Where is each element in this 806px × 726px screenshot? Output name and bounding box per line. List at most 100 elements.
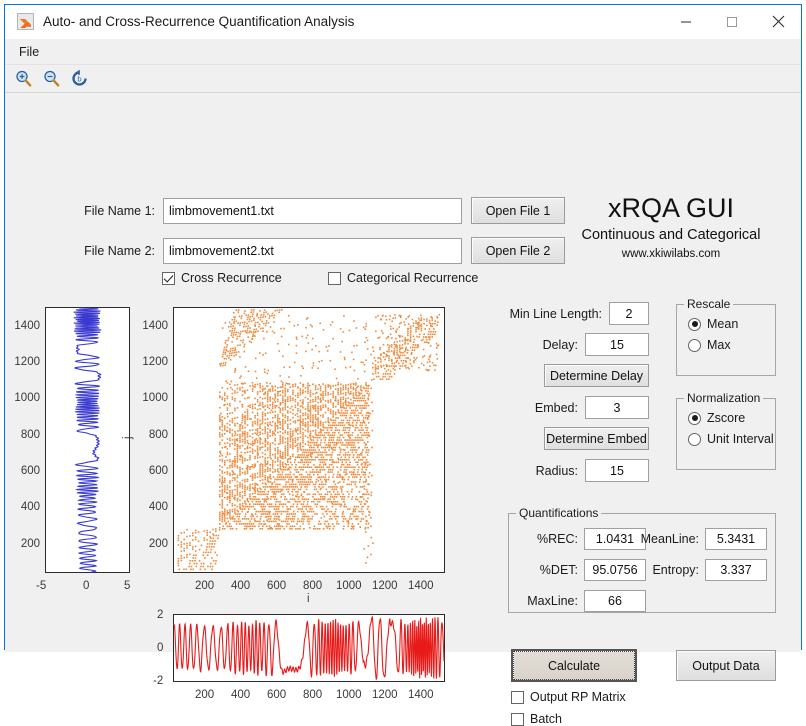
signal1-ytick-800: 800 (20, 429, 40, 441)
brand-subtitle: Continuous and Categorical (581, 227, 761, 243)
delay-input[interactable]: 15 (585, 333, 649, 356)
signal-1-plot[interactable] (45, 307, 130, 573)
cross-recurrence-check-box (162, 271, 175, 285)
categorical-recurrence-checkbox[interactable]: Categorical Recurrence (328, 271, 478, 285)
quantifications-group-title: Quantifications (516, 506, 602, 520)
embed-label: Embed: (534, 400, 578, 415)
file2-label: File Name 2: (84, 243, 155, 258)
svg-text:b: b (77, 76, 82, 84)
embed-input[interactable]: 3 (585, 396, 649, 419)
batch-check-box (511, 712, 524, 726)
close-icon[interactable] (755, 5, 801, 38)
rp-ytick-400: 400 (148, 501, 168, 513)
maxline-value[interactable]: 66 (584, 590, 646, 612)
min-line-length-input[interactable]: 2 (609, 302, 649, 325)
output-rp-matrix-checkbox[interactable]: Output RP Matrix (511, 690, 626, 704)
normalization-option-zscore[interactable]: Zscore (688, 411, 775, 425)
rp-ytick-1400: 1400 (142, 320, 168, 332)
rp-ytick-1200: 1200 (142, 356, 168, 368)
cross-recurrence-checkbox[interactable]: Cross Recurrence (162, 271, 282, 285)
output-rp-matrix-label: Output RP Matrix (530, 690, 626, 704)
quantifications-group: Quantifications %REC: 1.0431 MeanLine: 5… (508, 506, 776, 613)
signal1-xtick-0: 0 (83, 580, 90, 592)
rp-ytick-200: 200 (148, 538, 168, 550)
rp-xtick-1000: 1000 (336, 580, 362, 592)
window-controls (663, 5, 801, 38)
file-name-1-input[interactable]: limbmovement1.txt (163, 197, 462, 224)
signal2-xtick-600: 600 (267, 689, 287, 701)
maximize-icon[interactable] (709, 5, 755, 38)
signal1-xtick-5: 5 (124, 580, 131, 592)
rescale-option-max[interactable]: Max (688, 338, 775, 352)
minimize-icon[interactable] (663, 5, 709, 38)
normalization-unit-interval-radio (688, 432, 701, 446)
file1-row: File Name 1: limbmovement1.txt Open File… (79, 197, 565, 224)
output-data-button[interactable]: Output Data (676, 650, 776, 681)
cross-recurrence-label: Cross Recurrence (181, 271, 282, 285)
signal-2-curve (173, 615, 445, 680)
normalization-unit-interval-label: Unit Interval (707, 432, 774, 446)
zoom-in-icon[interactable] (12, 68, 34, 90)
signal-2-plot[interactable] (173, 614, 445, 682)
rescale-option-mean[interactable]: Mean (688, 317, 775, 331)
meanline-value[interactable]: 5.3431 (705, 528, 767, 550)
rp-xlabel: i (307, 593, 310, 605)
zoom-out-icon[interactable] (40, 68, 62, 90)
rp-ytick-1000: 1000 (142, 392, 168, 404)
radius-label: Radius: (535, 463, 578, 478)
application-window: Auto- and Cross-Recurrence Quantificatio… (4, 4, 802, 726)
maxline-label: MaxLine: (527, 594, 578, 608)
rp-xtick-600: 600 (267, 580, 287, 592)
recurrence-points (177, 308, 441, 571)
brand-url: www.xkiwilabs.com (621, 248, 721, 260)
cross-recurrence-plot[interactable] (173, 307, 445, 573)
batch-checkbox[interactable]: Batch (511, 712, 562, 726)
categorical-recurrence-label: Categorical Recurrence (347, 271, 479, 285)
open-file-2-button[interactable]: Open File 2 (471, 237, 565, 264)
calculate-button-label: Calculate (513, 651, 635, 680)
rp-xtick-1200: 1200 (372, 580, 398, 592)
signal2-xtick-800: 800 (303, 689, 323, 701)
rp-ytick-600: 600 (148, 465, 168, 477)
rp-xtick-800: 800 (303, 580, 323, 592)
determine-delay-button[interactable]: Determine Delay (544, 364, 649, 387)
normalization-zscore-label: Zscore (707, 411, 746, 425)
batch-label: Batch (530, 712, 562, 726)
rp-ylabel: j (122, 436, 134, 439)
signal1-ytick-200: 200 (20, 538, 40, 550)
restore-view-icon[interactable]: b (68, 68, 90, 90)
radius-input[interactable]: 15 (585, 459, 649, 482)
rp-xtick-400: 400 (231, 580, 251, 592)
window-title: Auto- and Cross-Recurrence Quantificatio… (43, 14, 355, 29)
signal2-xtick-1400: 1400 (408, 689, 434, 701)
rescale-group-title: Rescale (684, 297, 734, 311)
rp-xtick-200: 200 (195, 580, 215, 592)
determine-embed-button[interactable]: Determine Embed (544, 427, 649, 450)
rp-xtick-1400: 1400 (408, 580, 434, 592)
rescale-max-radio (688, 338, 701, 352)
signal2-xtick-1200: 1200 (372, 689, 398, 701)
signal1-xtick-neg5: -5 (36, 580, 47, 592)
brand-title: xRQA GUI (607, 193, 735, 223)
app-icon (17, 13, 34, 30)
normalization-zscore-radio (688, 411, 701, 425)
rec-label: %REC: (537, 532, 578, 546)
signal-1-curve (73, 307, 102, 573)
rp-ytick-800: 800 (148, 429, 168, 441)
signal2-ytick-neg2: -2 (153, 675, 164, 687)
signal1-ytick-1000: 1000 (14, 392, 40, 404)
normalization-option-unit-interval[interactable]: Unit Interval (688, 432, 775, 446)
signal2-xtick-1000: 1000 (336, 689, 362, 701)
signal2-ytick-0: 0 (157, 642, 164, 654)
det-label: %DET: (539, 563, 578, 577)
open-file-1-button[interactable]: Open File 1 (471, 197, 565, 224)
menu-bar: File (5, 39, 801, 65)
meanline-label: MeanLine: (640, 532, 699, 546)
signal1-ytick-1200: 1200 (14, 356, 40, 368)
brand-block: xRQA GUI Continuous and Categorical www.… (565, 193, 777, 260)
file-name-2-input[interactable]: limbmovement2.txt (163, 237, 462, 264)
rescale-max-label: Max (707, 338, 731, 352)
menu-item-file[interactable]: File (11, 42, 47, 62)
entropy-label: Entropy: (652, 563, 699, 577)
entropy-value[interactable]: 3.337 (705, 559, 767, 581)
